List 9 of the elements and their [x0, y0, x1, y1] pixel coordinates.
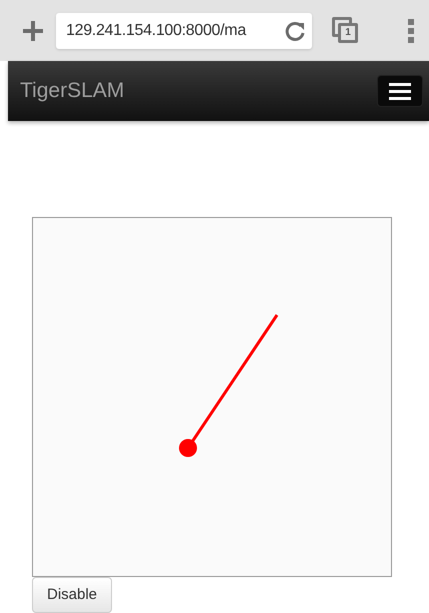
- tab-count: 1: [345, 28, 351, 38]
- address-field[interactable]: 129.241.154.100:8000/ma: [56, 12, 312, 49]
- disable-button[interactable]: Disable: [32, 577, 112, 613]
- url-text: 129.241.154.100:8000/ma: [66, 20, 248, 41]
- menu-button[interactable]: [377, 75, 423, 108]
- new-tab-icon[interactable]: [22, 20, 44, 42]
- more-icon[interactable]: [407, 18, 415, 44]
- reload-icon[interactable]: [284, 20, 306, 42]
- brand-title[interactable]: TigerSLAM: [20, 75, 124, 107]
